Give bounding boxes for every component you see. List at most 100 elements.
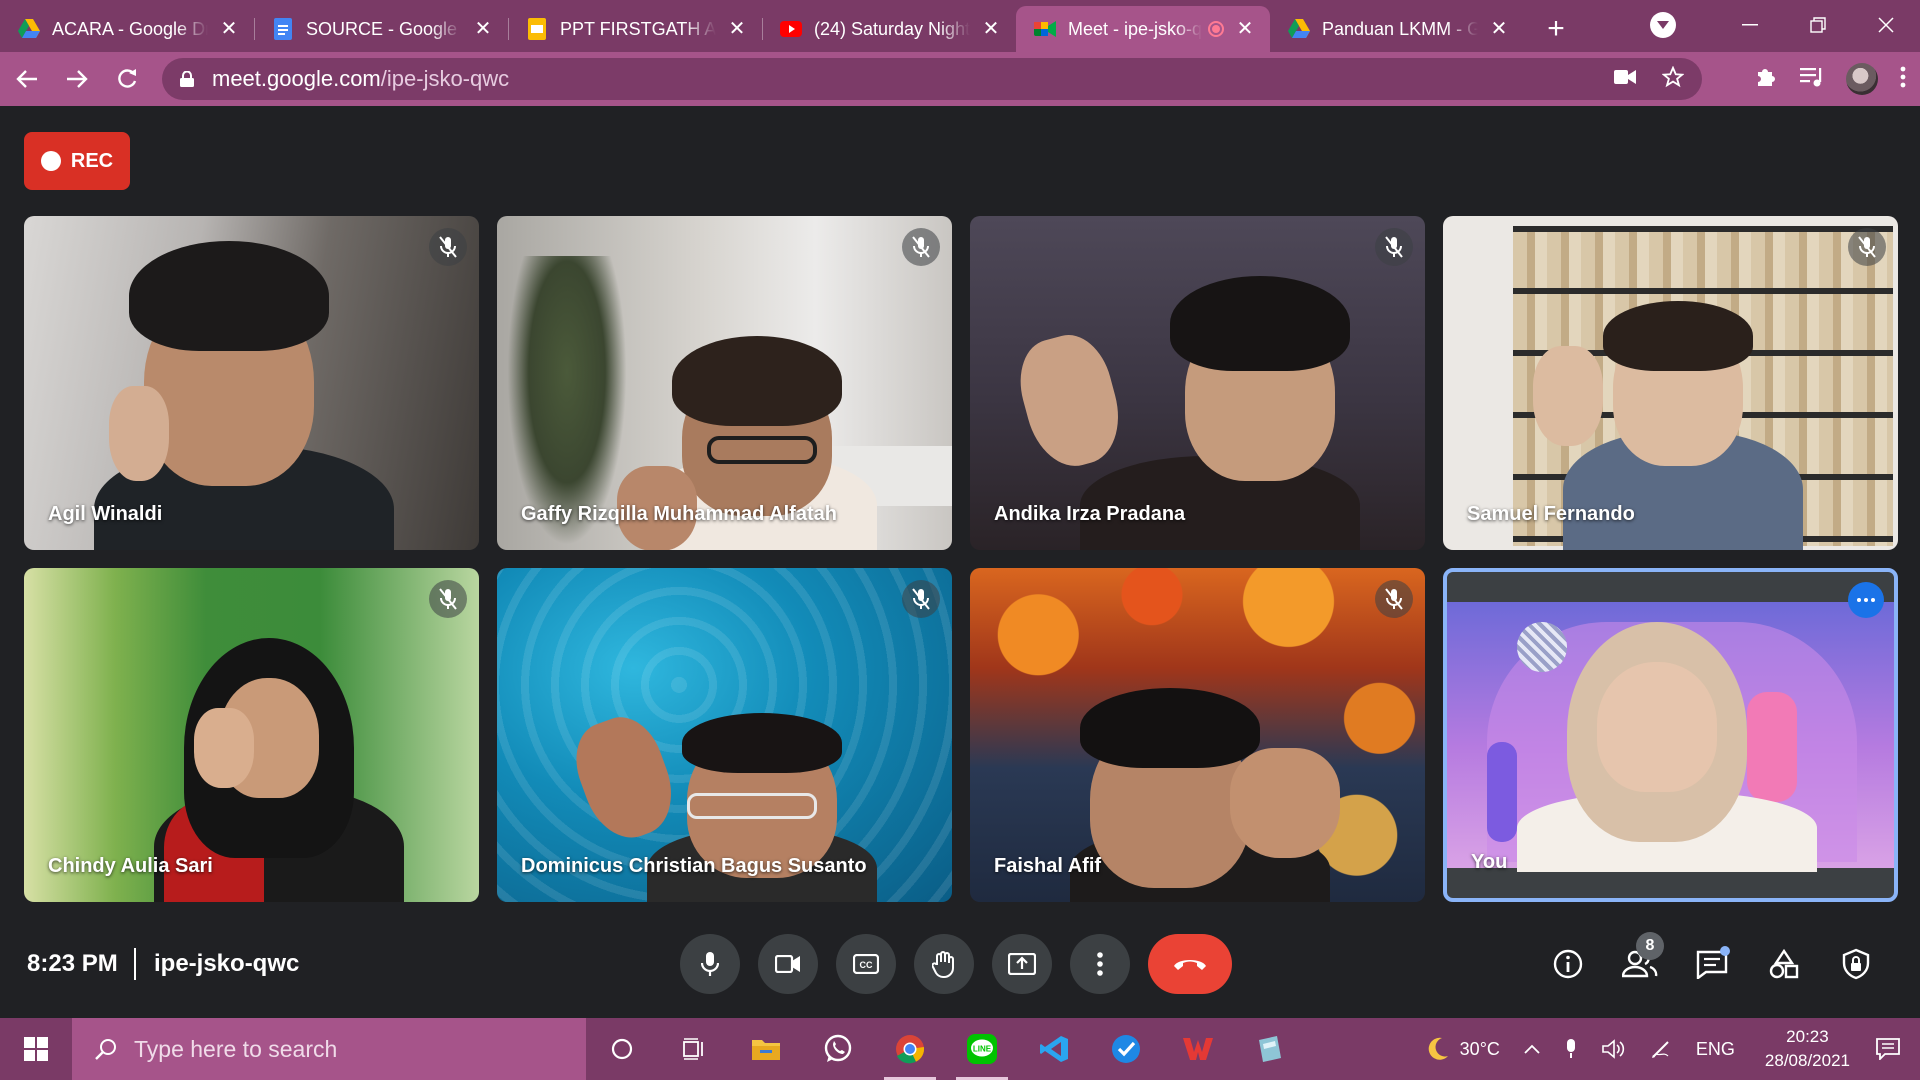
back-button[interactable] xyxy=(4,56,50,102)
cortana-button[interactable] xyxy=(586,1018,658,1080)
line-button[interactable]: LINE xyxy=(946,1018,1018,1080)
browser-tab[interactable]: PPT FIRSTGATH ACARA ✕ xyxy=(508,6,762,52)
participant-name: Gaffy Rizqilla Muhammad Alfatah xyxy=(521,503,837,525)
tab-close-icon[interactable]: ✕ xyxy=(218,18,240,40)
participant-tile[interactable]: Andika Irza Pradana xyxy=(970,216,1425,550)
google-drive-icon xyxy=(1288,18,1310,40)
start-button[interactable] xyxy=(0,1018,72,1080)
minimize-button[interactable] xyxy=(1716,0,1784,50)
chrome-button[interactable] xyxy=(874,1018,946,1080)
more-options-icon xyxy=(1097,952,1103,976)
captions-button[interactable]: CC xyxy=(836,934,896,994)
more-options-button[interactable] xyxy=(1848,582,1884,618)
browser-tab[interactable]: (24) Saturday Night ✕ xyxy=(762,6,1016,52)
lock-icon xyxy=(180,71,194,87)
more-horizontal-icon xyxy=(1857,598,1875,602)
host-controls-icon xyxy=(1842,948,1870,980)
tab-title: Meet - ipe-jsko-qwc xyxy=(1068,18,1202,39)
reload-button[interactable] xyxy=(104,56,150,102)
taskbar-search-input[interactable]: Type here to search xyxy=(72,1018,586,1080)
show-hidden-icons-button[interactable] xyxy=(1512,1044,1552,1054)
todo-button[interactable] xyxy=(1090,1018,1162,1080)
reload-icon xyxy=(118,69,137,88)
volume-icon[interactable] xyxy=(1590,1038,1638,1060)
tab-title: Panduan LKMM - Google Drive xyxy=(1322,18,1478,39)
video-feed xyxy=(497,216,952,550)
notepad-icon xyxy=(1259,1036,1281,1062)
close-window-button[interactable] xyxy=(1852,0,1920,50)
svg-text:LINE: LINE xyxy=(973,1045,992,1054)
participant-tile[interactable]: Chindy Aulia Sari xyxy=(24,568,479,902)
browser-tab[interactable]: ACARA - Google Drive ✕ xyxy=(0,6,254,52)
microphone-button[interactable] xyxy=(680,934,740,994)
forward-button[interactable] xyxy=(54,56,100,102)
youtube-icon xyxy=(780,18,802,40)
raise-hand-icon xyxy=(932,951,954,978)
clock-date: 28/08/2021 xyxy=(1764,1051,1850,1070)
participant-tile[interactable]: Agil Winaldi xyxy=(24,216,479,550)
microphone-tray-icon[interactable] xyxy=(1552,1038,1590,1060)
activities-button[interactable] xyxy=(1758,938,1810,990)
search-icon xyxy=(95,1039,116,1060)
self-view-tile[interactable]: You xyxy=(1443,568,1898,902)
browser-menu-icon[interactable] xyxy=(1900,66,1906,93)
browser-tab-active[interactable]: Meet - ipe-jsko-qwc ✕ xyxy=(1016,6,1270,52)
media-control-icon[interactable] xyxy=(1800,66,1824,93)
camera-button[interactable] xyxy=(758,934,818,994)
extensions-puzzle-icon[interactable] xyxy=(1754,65,1778,94)
task-view-icon xyxy=(683,1038,703,1060)
bookmark-star-icon[interactable] xyxy=(1661,65,1685,93)
host-controls-button[interactable] xyxy=(1830,938,1882,990)
record-dot-icon xyxy=(40,151,61,171)
url-path: /ipe-jsko-qwc xyxy=(380,66,510,91)
restore-icon xyxy=(1810,17,1826,33)
wps-office-icon xyxy=(1183,1038,1213,1060)
tab-close-icon[interactable]: ✕ xyxy=(1234,18,1256,40)
chevron-down-icon xyxy=(1657,21,1669,29)
leave-call-button[interactable] xyxy=(1148,934,1232,994)
raise-hand-button[interactable] xyxy=(914,934,974,994)
notification-center-button[interactable] xyxy=(1868,1038,1920,1060)
new-tab-button[interactable]: + xyxy=(1536,6,1576,52)
input-language[interactable]: ENG xyxy=(1684,1039,1747,1060)
wps-office-button[interactable] xyxy=(1162,1018,1234,1080)
participant-tile[interactable]: Dominicus Christian Bagus Susanto xyxy=(497,568,952,902)
clock-time: 20:23 xyxy=(1786,1027,1829,1046)
browser-tab[interactable]: Panduan LKMM - Google Drive ✕ xyxy=(1270,6,1524,52)
video-feed xyxy=(24,568,479,902)
participant-tile[interactable]: Gaffy Rizqilla Muhammad Alfatah xyxy=(497,216,952,550)
meet-stage: REC Agil Winaldi Gaffy Rizqilla Muhammad… xyxy=(0,106,1920,1018)
show-everyone-button[interactable]: 8 xyxy=(1614,932,1666,990)
tab-search-button[interactable] xyxy=(1650,12,1676,38)
participant-name: Faishal Afif xyxy=(994,855,1102,877)
task-view-button[interactable] xyxy=(658,1018,730,1080)
clock[interactable]: 20:23 28/08/2021 xyxy=(1747,1025,1868,1073)
participant-tile[interactable]: Faishal Afif xyxy=(970,568,1425,902)
video-feed xyxy=(24,216,479,550)
tab-close-icon[interactable]: ✕ xyxy=(472,18,494,40)
file-explorer-button[interactable] xyxy=(730,1018,802,1080)
whatsapp-button[interactable] xyxy=(802,1018,874,1080)
weather-widget[interactable]: 30°C xyxy=(1412,1036,1512,1062)
vscode-button[interactable] xyxy=(1018,1018,1090,1080)
present-now-button[interactable] xyxy=(992,934,1052,994)
tab-close-icon[interactable]: ✕ xyxy=(1488,18,1510,40)
profile-avatar[interactable] xyxy=(1846,63,1878,95)
chat-button[interactable] xyxy=(1686,938,1738,990)
participant-name: You xyxy=(1471,851,1508,873)
meeting-details-button[interactable] xyxy=(1542,938,1594,990)
recording-indicator-icon xyxy=(1208,21,1224,37)
notepad-button[interactable] xyxy=(1234,1018,1306,1080)
more-options-button[interactable] xyxy=(1070,934,1130,994)
pen-tray-icon[interactable] xyxy=(1638,1038,1684,1060)
camera-in-use-icon[interactable] xyxy=(1614,69,1636,89)
tab-close-icon[interactable]: ✕ xyxy=(726,18,748,40)
tab-title: (24) Saturday Night xyxy=(814,18,970,39)
address-bar[interactable]: meet.google.com/ipe-jsko-qwc xyxy=(162,58,1702,100)
restore-button[interactable] xyxy=(1784,0,1852,50)
browser-tab[interactable]: SOURCE - Google Docs ✕ xyxy=(254,6,508,52)
participant-tile[interactable]: Samuel Fernando xyxy=(1443,216,1898,550)
tab-close-icon[interactable]: ✕ xyxy=(980,18,1002,40)
recording-label: REC xyxy=(70,149,114,172)
windows-logo-icon xyxy=(24,1037,48,1061)
